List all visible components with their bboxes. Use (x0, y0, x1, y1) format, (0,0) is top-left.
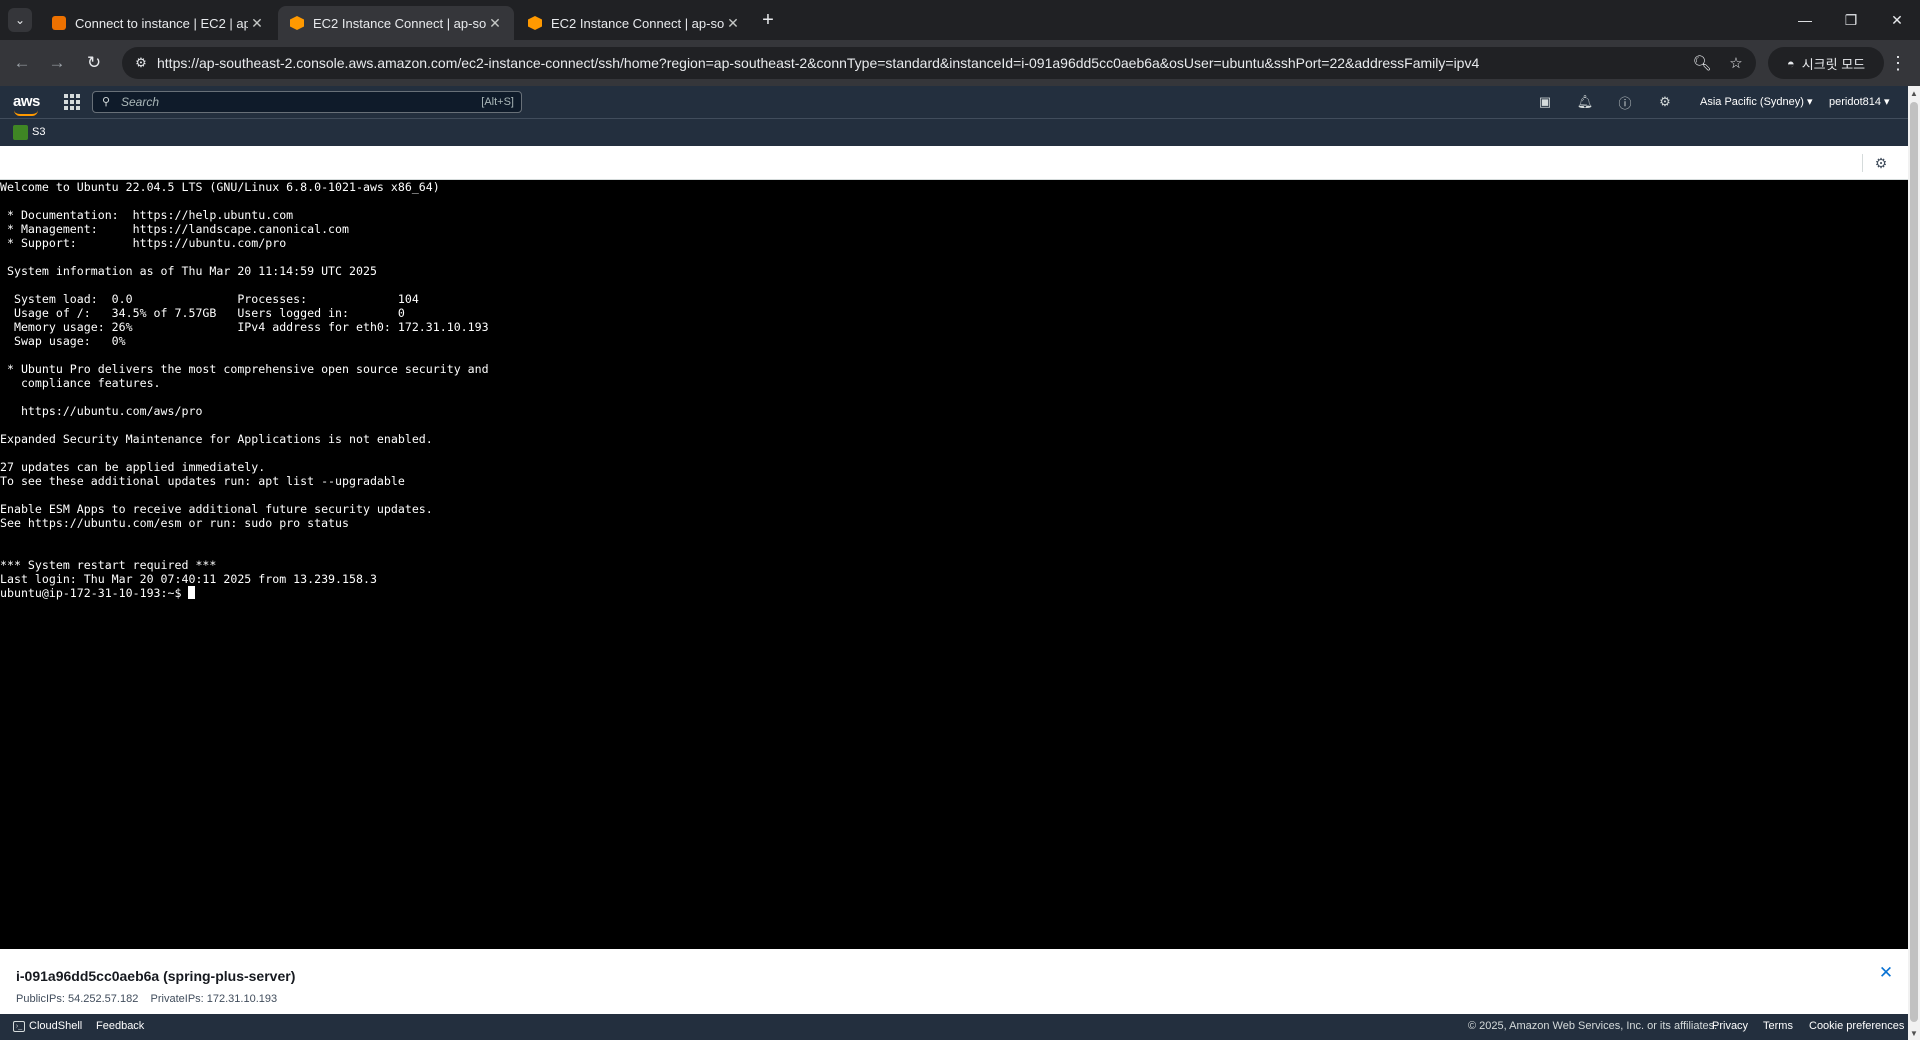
close-panel-icon[interactable]: ✕ (1876, 963, 1896, 983)
ec2-favicon-icon (290, 16, 304, 30)
tab-close-icon[interactable]: ✕ (486, 15, 504, 32)
feedback-link[interactable]: Feedback (96, 1020, 144, 1032)
terminal-line: To see these additional updates run: apt… (0, 474, 405, 488)
terminal-line: Swap usage: 0% (13, 334, 126, 348)
terminal-line: 27 updates can be applied immediately. (0, 460, 266, 474)
ec2-favicon-icon (528, 16, 542, 30)
instance-ip-addresses: PublicIPs: 54.252.57.182 PrivateIPs: 172… (16, 993, 278, 1005)
favorites-bar: S3 (0, 118, 1908, 146)
shell-prompt: ubuntu@ip-172-31-10-193:~$ (0, 586, 189, 600)
url-text[interactable]: https://ap-southeast-2.console.aws.amazo… (157, 55, 1479, 71)
terminal-toolbar: ⚙ (0, 146, 1908, 180)
tab-close-icon[interactable]: ✕ (248, 15, 266, 32)
terms-link[interactable]: Terms (1763, 1020, 1793, 1032)
aws-search-input[interactable]: ⚲ Search [Alt+S] (92, 91, 522, 113)
aws-logo[interactable]: aws (13, 93, 40, 110)
minimize-window-icon[interactable]: — (1782, 0, 1828, 40)
region-selector[interactable]: Asia Pacific (Sydney) ▾ (1700, 95, 1813, 108)
terminal-line: * Documentation: https://help.ubuntu.com (6, 208, 294, 222)
terminal-line: Last login: Thu Mar 20 07:40:11 2025 fro… (0, 572, 377, 586)
terminal-line: Usage of /: 34.5% of 7.57GB Users logged… (13, 306, 405, 320)
incognito-mode-badge[interactable]: ◓ 시크릿 모드 (1768, 47, 1884, 79)
terminal-line: * Ubuntu Pro delivers the most comprehen… (6, 362, 489, 376)
favorite-s3-link[interactable]: S3 (32, 126, 45, 138)
terminal-line: https://ubuntu.com/aws/pro (20, 404, 203, 418)
terminal-line: * Management: https://landscape.canonica… (6, 222, 350, 236)
scrollbar-thumb[interactable] (1910, 102, 1918, 1022)
instance-info-panel: i-091a96dd5cc0aeb6a (spring-plus-server)… (0, 949, 1908, 1014)
terminal-line: Welcome to Ubuntu 22.04.5 LTS (GNU/Linux… (0, 180, 440, 194)
terminal-line: System load: 0.0 Processes: 104 (13, 292, 419, 306)
cookie-preferences-link[interactable]: Cookie preferences (1809, 1020, 1904, 1032)
restore-window-icon[interactable]: ❐ (1828, 0, 1874, 40)
reload-icon[interactable]: ↻ (82, 51, 106, 75)
terminal-line: Expanded Security Maintenance for Applic… (0, 432, 433, 446)
services-grid-icon[interactable] (64, 94, 80, 110)
terminal-line: Memory usage: 26% IPv4 address for eth0:… (13, 320, 489, 334)
browser-tab-connect-to-instance[interactable]: Connect to instance | EC2 | ap ✕ (40, 6, 276, 40)
tab-title: Connect to instance | EC2 | ap (75, 15, 248, 31)
zoom-magnifier-icon[interactable]: 🔍︎ (1692, 53, 1712, 73)
instance-title: i-091a96dd5cc0aeb6a (spring-plus-server) (16, 968, 296, 984)
settings-gear-icon[interactable]: ⚙ (1657, 94, 1673, 110)
browser-menu-kebab-icon[interactable]: ⋮ (1888, 51, 1908, 75)
tab-close-icon[interactable]: ✕ (724, 15, 742, 32)
browser-tab-bar: ⌄ Connect to instance | EC2 | ap ✕ EC2 I… (0, 0, 1920, 40)
tab-title: EC2 Instance Connect | ap-sou (551, 15, 724, 31)
terminal-line: System information as of Thu Mar 20 11:1… (6, 264, 377, 278)
browser-tab-ec2-instance-connect-active[interactable]: EC2 Instance Connect | ap-sou ✕ (278, 6, 514, 40)
terminal-line: compliance features. (20, 376, 161, 390)
terminal-settings-icon[interactable]: ⚙ (1872, 154, 1890, 172)
terminal-line: * Support: https://ubuntu.com/pro (6, 236, 287, 250)
aws-favicon-icon (52, 16, 66, 30)
terminal-line: Enable ESM Apps to receive additional fu… (0, 502, 433, 516)
account-menu[interactable]: peridot814 ▾ (1829, 95, 1890, 108)
toolbar-divider (1862, 154, 1863, 172)
incognito-icon: ◓ (1786, 55, 1795, 71)
site-info-tune-icon[interactable]: ⚙ (132, 54, 150, 72)
aws-logo-smile-icon (14, 110, 38, 116)
copyright-text: © 2025, Amazon Web Services, Inc. or its… (1468, 1020, 1718, 1032)
incognito-label: 시크릿 모드 (1801, 56, 1866, 72)
ssh-terminal[interactable]: Welcome to Ubuntu 22.04.5 LTS (GNU/Linux… (0, 180, 1908, 949)
aws-console-nav: aws ⚲ Search [Alt+S] ▣ 🔔︎ ⓘ ⚙ Asia Pacif… (0, 86, 1908, 118)
terminal-line: See https://ubuntu.com/esm or run: sudo … (0, 516, 350, 530)
s3-service-icon[interactable] (13, 125, 28, 140)
aws-footer: ›_ CloudShell Feedback © 2025, Amazon We… (0, 1014, 1908, 1040)
back-arrow-icon[interactable]: ← (10, 51, 34, 75)
search-icon: ⚲ (102, 96, 111, 108)
browser-tab-ec2-instance-connect[interactable]: EC2 Instance Connect | ap-sou ✕ (516, 6, 752, 40)
address-bar[interactable]: ⚙ https://ap-southeast-2.console.aws.ama… (122, 47, 1756, 79)
new-tab-plus-icon[interactable]: + (756, 8, 780, 32)
bookmark-star-icon[interactable]: ☆ (1726, 53, 1746, 73)
forward-arrow-icon[interactable]: → (45, 51, 69, 75)
terminal-output: Welcome to Ubuntu 22.04.5 LTS (GNU/Linux… (0, 180, 1908, 600)
notifications-bell-icon[interactable]: 🔔︎ (1577, 94, 1594, 110)
help-question-icon[interactable]: ⓘ (1617, 94, 1633, 111)
cloudshell-footer-icon[interactable]: ›_ (13, 1021, 25, 1032)
cloudshell-icon[interactable]: ▣ (1537, 94, 1553, 110)
search-placeholder: Search (121, 95, 160, 109)
scroll-up-arrow-icon[interactable]: ▲ (1908, 86, 1920, 100)
cloudshell-link[interactable]: CloudShell (29, 1020, 82, 1032)
terminal-cursor[interactable] (188, 586, 196, 599)
close-window-icon[interactable]: ✕ (1874, 0, 1920, 40)
privacy-link[interactable]: Privacy (1712, 1020, 1748, 1032)
search-hotkey-hint: [Alt+S] (481, 96, 514, 108)
tab-search-chevron-icon[interactable]: ⌄ (8, 8, 32, 32)
page-scrollbar[interactable]: ▲ ▼ (1908, 86, 1920, 1040)
browser-toolbar: ← → ↻ ⚙ https://ap-southeast-2.console.a… (0, 40, 1920, 86)
terminal-line: *** System restart required *** (0, 558, 217, 572)
terminal-lines: Welcome to Ubuntu 22.04.5 LTS (GNU/Linux… (0, 180, 489, 586)
tab-title: EC2 Instance Connect | ap-sou (313, 15, 486, 31)
scroll-down-arrow-icon[interactable]: ▼ (1908, 1026, 1920, 1040)
